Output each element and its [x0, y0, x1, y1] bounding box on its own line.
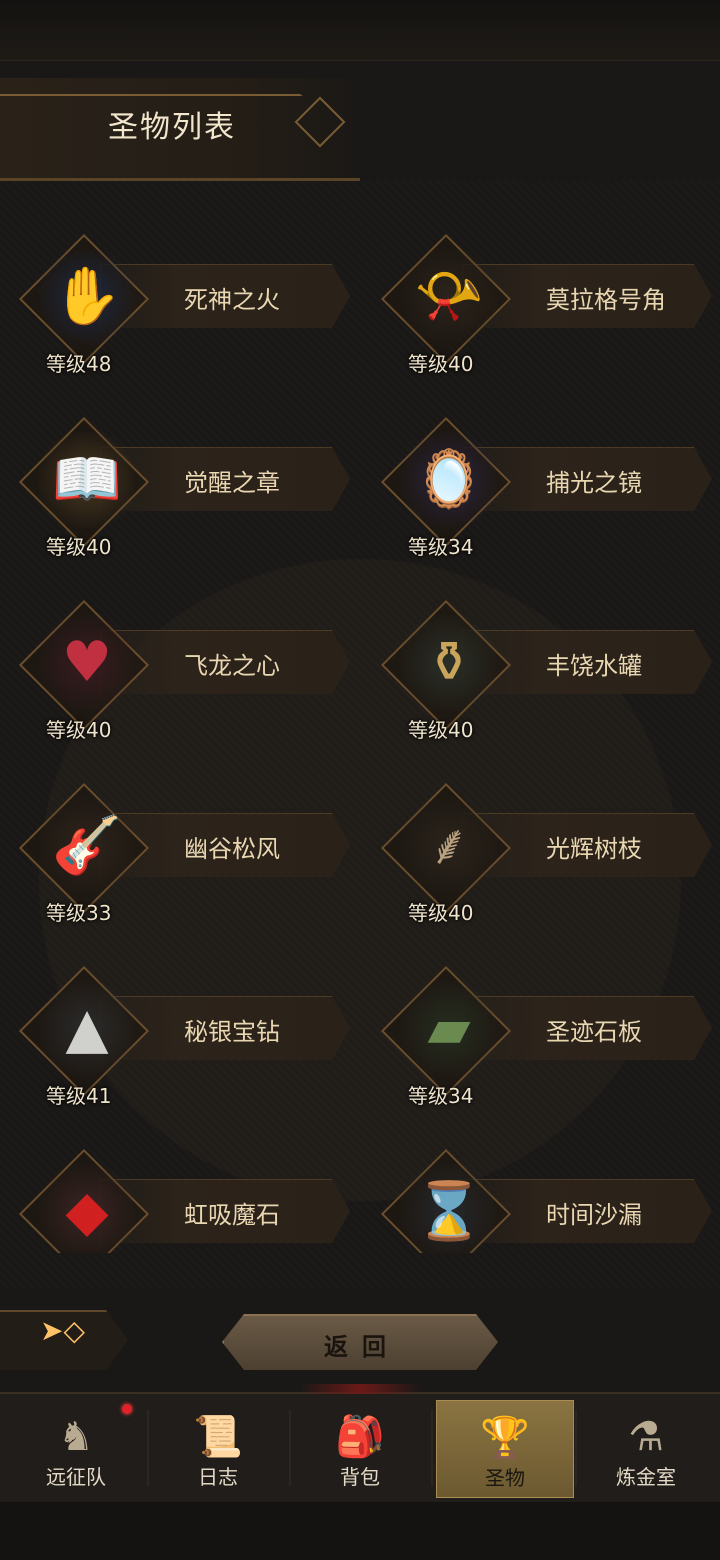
relic-card[interactable]: 🪞 捕光之镜等级34 [372, 403, 712, 563]
bottom-band [0, 1502, 720, 1560]
relic-name: 幽谷松风 [184, 835, 280, 863]
relic-icon-box: 📖 [32, 425, 142, 535]
top-status-band [0, 0, 720, 61]
relic-icon-box: 🪞 [394, 425, 504, 535]
back-button-label: 返回 [324, 1332, 400, 1361]
red-stone-icon: ◆ [39, 1164, 135, 1253]
relic-card[interactable]: ⸙ 光辉树枝等级40 [372, 769, 712, 929]
pyramid-gem-icon: ▲ [39, 981, 135, 1077]
bottom-controls: ➤◇ 返回 [0, 1300, 720, 1380]
relic-level: 等级40 [46, 535, 112, 559]
tome-icon: 📖 [39, 432, 135, 528]
relic-name: 秘银宝钻 [184, 1018, 280, 1046]
relic-icon-box: 📯 [394, 242, 504, 352]
relic-level: 等级40 [408, 718, 474, 742]
notification-dot [122, 1404, 132, 1414]
page-title: 圣物列表 [108, 110, 236, 145]
bottom-nav: ♞ 远征队 📜 日志 🎒 背包 🏆 圣物 ⚗ 炼金室 [0, 1384, 720, 1504]
relic-card[interactable]: ⌛ 时间沙漏 [372, 1135, 712, 1253]
tab-alchemy[interactable]: ⚗ 炼金室 [578, 1400, 714, 1496]
relic-icon-box: ⚱ [394, 608, 504, 718]
relic-card[interactable]: ▲ 秘银宝钻等级41 [10, 952, 350, 1112]
branch-icon: ⸙ [401, 798, 497, 894]
relic-card[interactable]: ◆ 虹吸魔石 [10, 1135, 350, 1253]
relic-icon-box: ✋ [32, 242, 142, 352]
relic-name: 莫拉格号角 [546, 286, 666, 314]
tab-bag[interactable]: 🎒 背包 [292, 1400, 428, 1496]
torch-icon: 🏆 [480, 1415, 530, 1461]
hourglass-icon: ⌛ [401, 1164, 497, 1253]
relic-card[interactable]: ♥ 飞龙之心等级40 [10, 586, 350, 746]
relic-level: 等级33 [46, 901, 112, 925]
relic-card[interactable]: ▰ 圣迹石板等级34 [372, 952, 712, 1112]
tab-helmet[interactable]: ♞ 远征队 [8, 1400, 144, 1496]
relic-icon-box: ▰ [394, 974, 504, 1084]
tab-torch[interactable]: 🏆 圣物 [436, 1400, 574, 1498]
relic-level: 等级40 [46, 718, 112, 742]
relic-level: 等级40 [408, 901, 474, 925]
tab-scroll[interactable]: 📜 日志 [150, 1400, 286, 1496]
relic-level: 等级48 [46, 352, 112, 376]
relic-name: 捕光之镜 [546, 469, 642, 497]
relic-name: 丰饶水罐 [546, 652, 642, 680]
horn-icon: 📯 [401, 249, 497, 345]
tab-label: 炼金室 [616, 1465, 676, 1489]
alchemy-icon: ⚗ [628, 1414, 664, 1460]
relic-card[interactable]: ✋ 死神之火等级48 [10, 220, 350, 380]
tab-divider [289, 1410, 291, 1486]
relic-name: 圣迹石板 [546, 1018, 642, 1046]
relic-name: 时间沙漏 [546, 1201, 642, 1229]
relic-icon-box: 🎸 [32, 791, 142, 901]
relic-name: 虹吸魔石 [184, 1201, 280, 1229]
dragon-heart-icon: ♥ [39, 615, 135, 711]
stone-tablet-icon: ▰ [401, 981, 497, 1077]
tab-label: 圣物 [485, 1466, 525, 1490]
tab-label: 远征队 [46, 1465, 106, 1489]
lute-icon: 🎸 [39, 798, 135, 894]
relic-name: 觉醒之章 [184, 469, 280, 497]
tab-divider [147, 1410, 149, 1486]
relic-card[interactable]: 🎸 幽谷松风等级33 [10, 769, 350, 929]
relic-level: 等级34 [408, 1084, 474, 1108]
relic-name: 死神之火 [184, 286, 280, 314]
relic-name: 光辉树枝 [546, 835, 642, 863]
arrow-diamond-icon: ➤◇ [40, 1314, 85, 1347]
relic-card[interactable]: 📯 莫拉格号角等级40 [372, 220, 712, 380]
tab-label: 日志 [198, 1465, 238, 1489]
tab-label: 背包 [340, 1465, 380, 1489]
relic-icon-box: ⸙ [394, 791, 504, 901]
relic-level: 等级34 [408, 535, 474, 559]
relic-icon-box: ♥ [32, 608, 142, 718]
bag-icon: 🎒 [335, 1414, 385, 1460]
helmet-icon: ♞ [58, 1414, 94, 1460]
relic-icon-box: ◆ [32, 1157, 142, 1253]
ghost-hand-icon: ✋ [39, 249, 135, 345]
relic-icon-box: ⌛ [394, 1157, 504, 1253]
tab-divider [431, 1410, 433, 1486]
relic-list[interactable]: ✋ 死神之火 等级48 📯 莫拉格号角 等级40 📖 觉醒之章 等级40 🪞 捕光之镜 等级34 ♥ 飞龙… [0, 220, 720, 1253]
relic-level: 等级40 [408, 352, 474, 376]
relic-card[interactable]: 📖 觉醒之章等级40 [10, 403, 350, 563]
relic-level: 等级41 [46, 1084, 112, 1108]
relic-card[interactable]: ⚱ 丰饶水罐等级40 [372, 586, 712, 746]
urn-icon: ⚱ [401, 615, 497, 711]
nav-top-ornament [300, 1384, 420, 1394]
relic-name: 飞龙之心 [184, 652, 280, 680]
back-button[interactable]: 返回 [222, 1314, 498, 1370]
tab-divider [575, 1410, 577, 1486]
relic-icon-box: ▲ [32, 974, 142, 1084]
mirror-icon: 🪞 [401, 432, 497, 528]
scroll-icon: 📜 [193, 1414, 243, 1460]
